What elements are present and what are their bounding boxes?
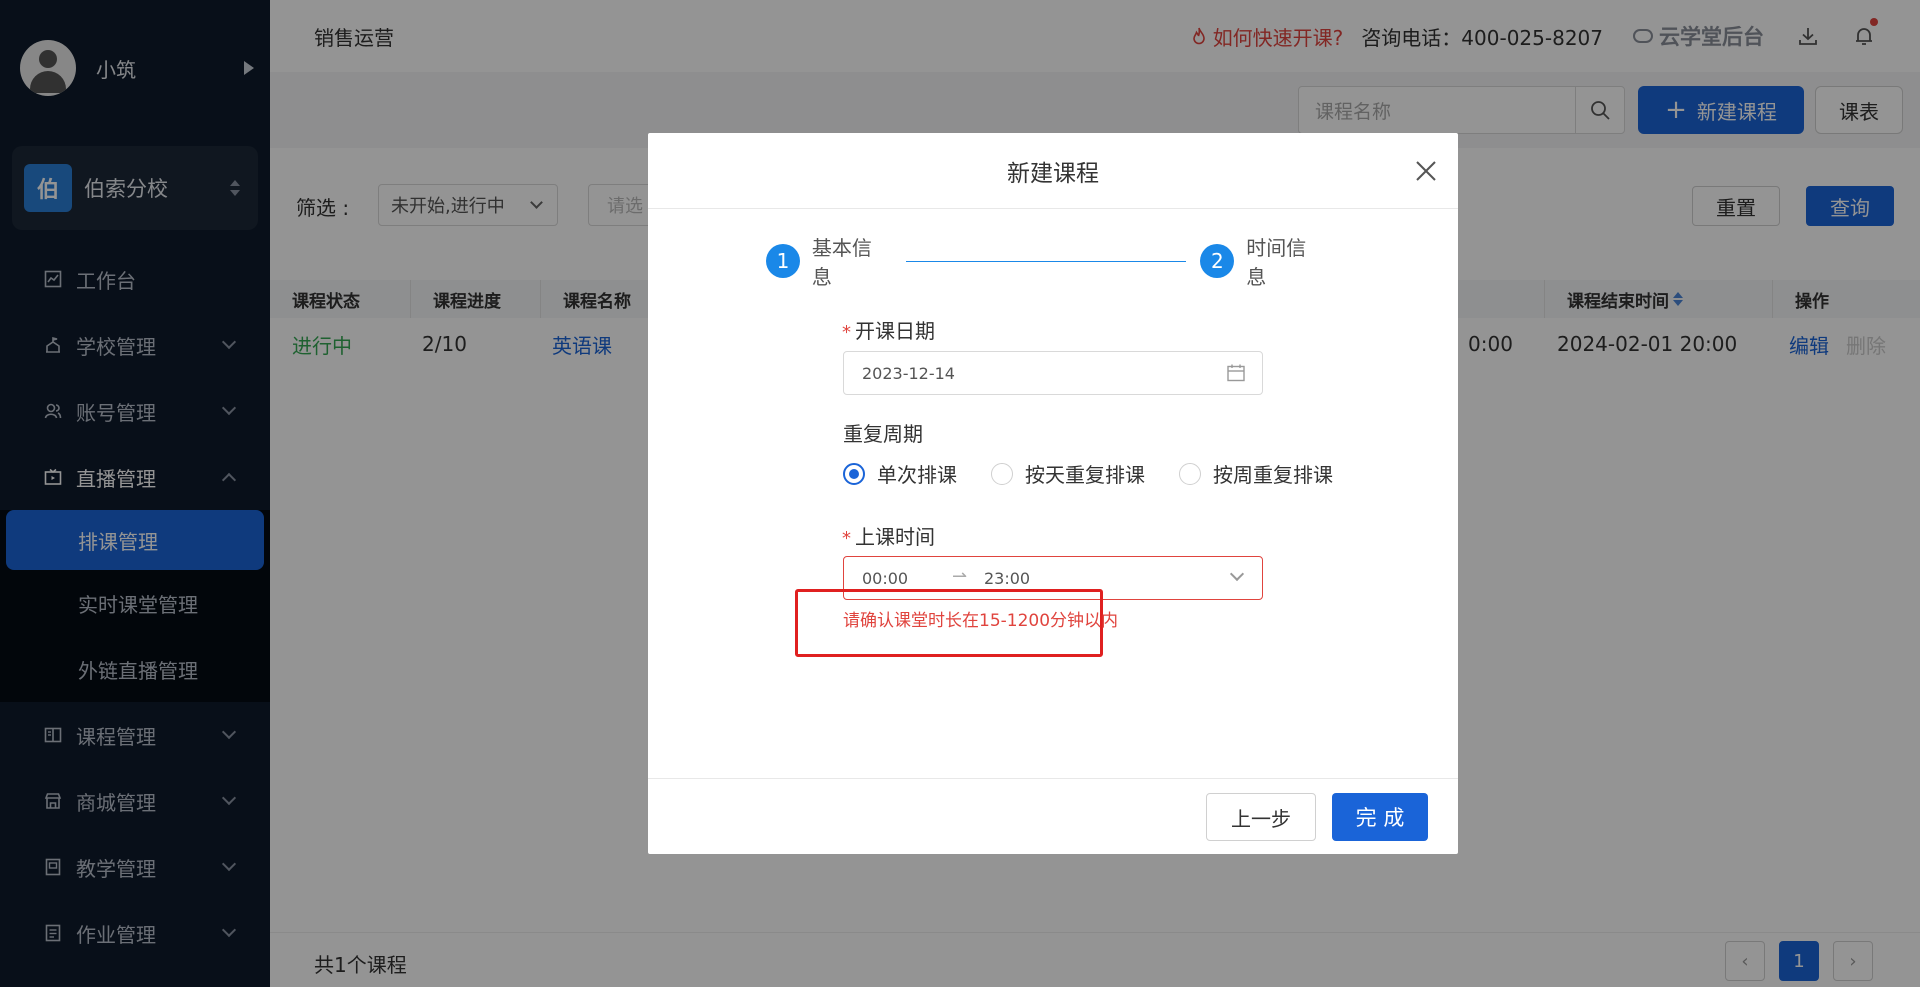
class-time-label: * 上课时间	[842, 521, 935, 550]
start-date-picker[interactable]: 2023-12-14	[843, 351, 1263, 395]
radio-single[interactable]	[843, 462, 865, 485]
radio-weekly-label[interactable]: 按周重复排课	[1213, 459, 1333, 488]
step-2-label: 时间信息	[1246, 236, 1307, 289]
calendar-icon	[1227, 364, 1245, 382]
radio-single-label[interactable]: 单次排课	[877, 459, 957, 488]
radio-daily[interactable]	[991, 462, 1013, 485]
time-start-value: 00:00	[862, 569, 909, 588]
close-icon[interactable]	[1412, 157, 1440, 185]
required-mark: *	[842, 528, 851, 549]
new-course-dialog: 新建课程 1 基本信息 2 时间信息 * 开课日期 2023-12-14 重复周期…	[648, 133, 1458, 854]
finish-button[interactable]: 完 成	[1332, 793, 1428, 841]
dialog-header: 新建课程	[648, 133, 1458, 209]
step-2-number: 2	[1200, 244, 1235, 278]
previous-step-button[interactable]: 上一步	[1206, 793, 1316, 841]
required-mark: *	[842, 322, 851, 343]
start-date-value: 2023-12-14	[862, 363, 955, 383]
duration-error-message: 请确认课堂时长在15-1200分钟以内	[843, 611, 1119, 631]
step-1-number: 1	[766, 244, 800, 278]
class-time-label-text: 上课时间	[855, 525, 935, 549]
time-end-value: 23:00	[984, 569, 1031, 588]
dialog-footer: 上一步 完 成	[648, 778, 1458, 854]
radio-weekly[interactable]	[1179, 462, 1201, 485]
start-date-label-text: 开课日期	[855, 319, 935, 343]
radio-daily-label[interactable]: 按天重复排课	[1025, 459, 1145, 488]
repeat-radio-group: 单次排课 按天重复排课 按周重复排课	[843, 459, 1367, 488]
chevron-down-icon	[1229, 566, 1245, 582]
dialog-title: 新建课程	[1007, 160, 1099, 187]
steps: 1 基本信息 2 时间信息	[766, 236, 1326, 289]
step-1-label: 基本信息	[811, 236, 872, 289]
repeat-label: 重复周期	[843, 422, 923, 446]
step-connector	[905, 260, 1187, 262]
arrow-right-icon: ⇀	[952, 566, 968, 587]
start-date-label: * 开课日期	[842, 315, 935, 344]
